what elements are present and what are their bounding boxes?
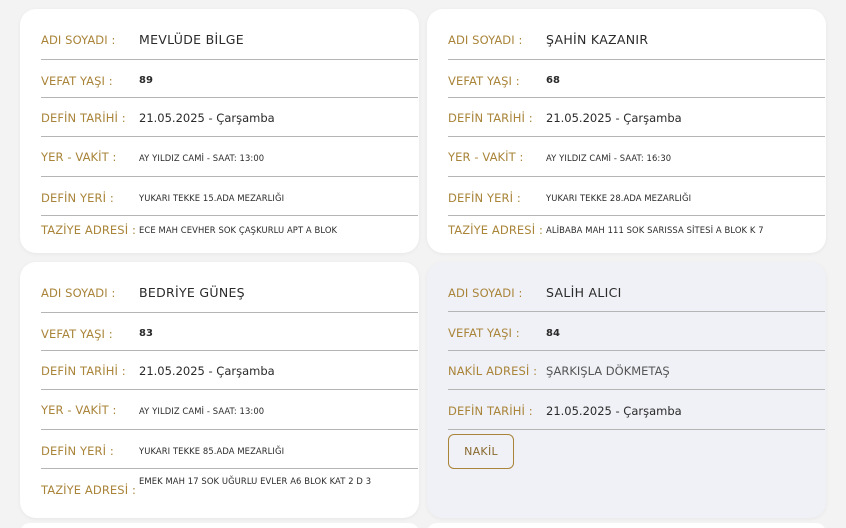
funeral-card: ADI SOYADI : BEDRİYE GÜNEŞ VEFAT YAŞI : … (20, 262, 419, 518)
address-value: EMEK MAH 17 SOK UĞURLU EVLER A6 BLOK KAT… (139, 476, 372, 486)
grave-label: DEFİN YERİ : (448, 191, 521, 205)
name-label: ADI SOYADI : (448, 33, 523, 47)
name-label: ADI SOYADI : (41, 286, 116, 300)
date-value: 21.05.2025 - Çarşamba (546, 111, 682, 125)
date-value: 21.05.2025 - Çarşamba (139, 111, 275, 125)
name-row: ADI SOYADI : SALİH ALICI (448, 279, 825, 312)
grave-value: YUKARI TEKKE 15.ADA MEZARLIĞI (139, 193, 285, 203)
origin-value: ŞARKIŞLA DÖKMETAŞ (546, 364, 670, 378)
address-label: TAZİYE ADRESİ : (41, 483, 136, 497)
grave-row: DEFİN YERİ : YUKARI TEKKE 28.ADA MEZARLI… (448, 177, 825, 216)
place-value: AY YILDIZ CAMİ - SAAT: 13:00 (139, 153, 265, 163)
grave-value: YUKARI TEKKE 85.ADA MEZARLIĞI (139, 446, 285, 456)
funeral-transfer-card: ADI SOYADI : SALİH ALICI VEFAT YAŞI : 84… (427, 262, 826, 518)
age-value: 89 (139, 75, 153, 86)
age-label: VEFAT YAŞI : (448, 326, 520, 340)
age-row: VEFAT YAŞI : 68 (448, 60, 825, 98)
date-label: DEFİN TARİHİ : (448, 404, 533, 418)
date-label: DEFİN TARİHİ : (448, 111, 533, 125)
age-value: 68 (546, 75, 560, 86)
place-row: YER - VAKİT : AY YILDIZ CAMİ - SAAT: 13:… (41, 137, 418, 177)
name-label: ADI SOYADI : (41, 33, 116, 47)
date-row: DEFİN TARİHİ : 21.05.2025 - Çarşamba (41, 351, 418, 390)
address-row: TAZİYE ADRESİ : ALİBABA MAH 111 SOK SARI… (448, 216, 825, 246)
name-row: ADI SOYADI : MEVLÜDE BİLGE (41, 26, 418, 60)
date-label: DEFİN TARİHİ : (41, 364, 126, 378)
date-value: 21.05.2025 - Çarşamba (139, 364, 275, 378)
place-row: YER - VAKİT : AY YILDIZ CAMİ - SAAT: 16:… (448, 137, 825, 177)
deceased-name: BEDRİYE GÜNEŞ (139, 285, 245, 300)
address-label: TAZİYE ADRESİ : (41, 223, 136, 237)
age-label: VEFAT YAŞI : (41, 327, 113, 341)
place-label: YER - VAKİT : (448, 150, 524, 164)
address-label: TAZİYE ADRESİ : (448, 223, 543, 237)
address-value: ALİBABA MAH 111 SOK SARISSA SİTESİ A BLO… (546, 225, 764, 235)
name-row: ADI SOYADI : ŞAHİN KAZANIR (448, 26, 825, 60)
age-row: VEFAT YAŞI : 89 (41, 60, 418, 98)
date-label: DEFİN TARİHİ : (41, 111, 126, 125)
origin-label: NAKİL ADRESİ : (448, 364, 538, 378)
date-row: DEFİN TARİHİ : 21.05.2025 - Çarşamba (448, 390, 825, 430)
place-label: YER - VAKİT : (41, 150, 117, 164)
grave-label: DEFİN YERİ : (41, 191, 114, 205)
deceased-name: ŞAHİN KAZANIR (546, 32, 649, 47)
place-value: AY YILDIZ CAMİ - SAAT: 13:00 (139, 406, 265, 416)
age-value: 83 (139, 328, 153, 339)
date-row: DEFİN TARİHİ : 21.05.2025 - Çarşamba (448, 98, 825, 137)
deceased-name: SALİH ALICI (546, 285, 622, 300)
age-label: VEFAT YAŞI : (448, 74, 520, 88)
next-card-peek (20, 523, 419, 528)
place-label: YER - VAKİT : (41, 403, 117, 417)
deceased-name: MEVLÜDE BİLGE (139, 32, 244, 47)
name-label: ADI SOYADI : (448, 286, 523, 300)
address-row: TAZİYE ADRESİ : ECE MAH CEVHER SOK ÇAŞKU… (41, 216, 418, 246)
grave-label: DEFİN YERİ : (41, 444, 114, 458)
age-row: VEFAT YAŞI : 83 (41, 313, 418, 351)
address-row: TAZİYE ADRESİ : EMEK MAH 17 SOK UĞURLU E… (41, 469, 418, 513)
place-row: YER - VAKİT : AY YILDIZ CAMİ - SAAT: 13:… (41, 390, 418, 430)
age-value: 84 (546, 328, 560, 339)
name-row: ADI SOYADI : BEDRİYE GÜNEŞ (41, 279, 418, 313)
nakil-button[interactable]: NAKİL (448, 434, 514, 469)
address-value: ECE MAH CEVHER SOK ÇAŞKURLU APT A BLOK (139, 225, 338, 235)
grave-value: YUKARI TEKKE 28.ADA MEZARLIĞI (546, 193, 692, 203)
date-value: 21.05.2025 - Çarşamba (546, 404, 682, 418)
funeral-card: ADI SOYADI : ŞAHİN KAZANIR VEFAT YAŞI : … (427, 9, 826, 253)
funeral-card: ADI SOYADI : MEVLÜDE BİLGE VEFAT YAŞI : … (20, 9, 419, 253)
age-label: VEFAT YAŞI : (41, 74, 113, 88)
grave-row: DEFİN YERİ : YUKARI TEKKE 15.ADA MEZARLI… (41, 177, 418, 216)
place-value: AY YILDIZ CAMİ - SAAT: 16:30 (546, 153, 672, 163)
age-row: VEFAT YAŞI : 84 (448, 312, 825, 351)
grave-row: DEFİN YERİ : YUKARI TEKKE 85.ADA MEZARLI… (41, 430, 418, 469)
date-row: DEFİN TARİHİ : 21.05.2025 - Çarşamba (41, 98, 418, 137)
next-card-peek (427, 523, 826, 528)
origin-row: NAKİL ADRESİ : ŞARKIŞLA DÖKMETAŞ (448, 351, 825, 390)
